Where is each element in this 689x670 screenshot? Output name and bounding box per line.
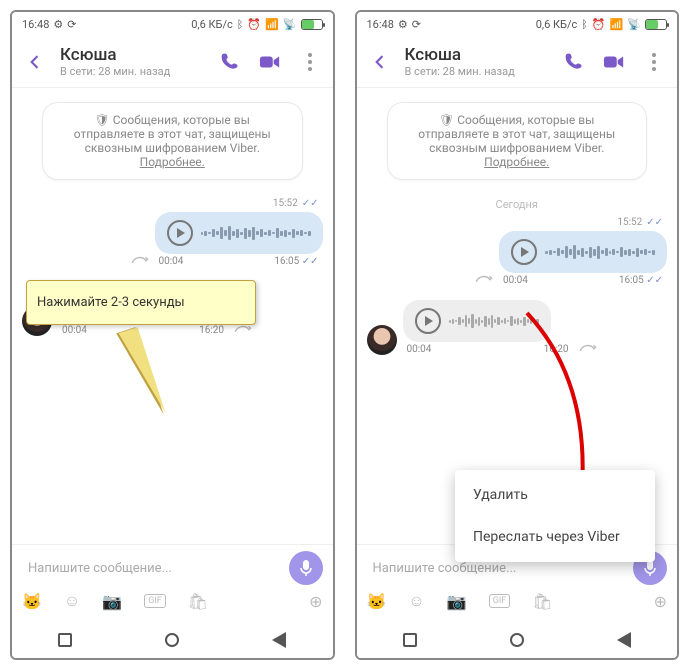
chat-header: Ксюша В сети: 28 мин. назад <box>12 36 333 88</box>
double-check-icon: ✓✓ <box>646 217 663 228</box>
share-icon[interactable] <box>131 253 149 267</box>
recents-button[interactable] <box>403 633 417 647</box>
recents-button[interactable] <box>58 633 72 647</box>
alarm-icon: ⏰ <box>592 18 606 31</box>
recv-voice-message[interactable]: 00:0416:20 <box>403 300 573 355</box>
chat-area[interactable]: 🛡 Сообщения, которые вы отправляете в эт… <box>12 88 333 544</box>
shop-icon[interactable]: 🛍 <box>188 592 208 611</box>
shield-icon: 🛡 <box>95 113 110 127</box>
video-icon[interactable] <box>603 51 625 73</box>
encryption-notice[interactable]: 🛡 Сообщения, которые вы отправляете в эт… <box>42 102 303 180</box>
camera-icon[interactable]: 📷 <box>447 592 467 611</box>
notice-more-link[interactable]: Подробнее. <box>140 155 205 169</box>
plus-icon[interactable]: ⊕ <box>309 592 322 611</box>
sticker-icon[interactable]: 🐱 <box>367 592 387 611</box>
sent-voice-message[interactable]: 00:0416:05 ✓✓ <box>499 231 667 286</box>
bluetooth-icon: ᛒ <box>237 18 244 31</box>
contact-status: В сети: 28 мин. назад <box>60 65 205 78</box>
sent-voice-message[interactable]: 00:0416:05 ✓✓ <box>155 212 323 267</box>
phone-icon[interactable] <box>219 51 241 73</box>
wifi-icon: 📡 <box>627 18 641 31</box>
gif-icon[interactable]: GIF <box>489 594 511 608</box>
shield-icon: 🛡 <box>439 113 454 127</box>
sync-icon: ⟳ <box>412 18 421 31</box>
sync-icon: ⟳ <box>67 18 76 31</box>
plus-icon[interactable]: ⊕ <box>654 592 667 611</box>
play-icon[interactable] <box>415 308 441 334</box>
share-icon[interactable] <box>475 272 493 286</box>
more-icon[interactable] <box>643 51 665 73</box>
alarm-icon: ⏰ <box>247 18 261 31</box>
status-bar: 16:48 ⚙ ⟳ 0,6 КБ/с ᛒ ⏰ 📶 📡 <box>12 12 333 36</box>
android-nav <box>12 622 333 658</box>
instruction-callout: Нажимайте 2-3 секунды <box>26 280 256 325</box>
encryption-notice[interactable]: 🛡 Сообщения, которые вы отправляете в эт… <box>387 102 648 180</box>
signal-icon: 📶 <box>610 18 624 31</box>
waveform <box>545 242 655 262</box>
back-button[interactable] <box>617 632 631 648</box>
double-check-icon: ✓✓ <box>302 198 319 209</box>
input-bar: Напишите сообщение... 🐱 ☺ 📷 GIF 🛍 ⊕ <box>12 544 333 622</box>
waveform <box>449 311 539 331</box>
gear-icon: ⚙ <box>398 18 408 31</box>
chat-area[interactable]: 🛡 Сообщения, которые вы отправляете в эт… <box>357 88 678 544</box>
contact-info[interactable]: Ксюша В сети: 28 мин. назад <box>60 45 205 78</box>
back-button[interactable] <box>272 632 286 648</box>
play-icon[interactable] <box>511 239 537 265</box>
status-bar: 16:48 ⚙ ⟳ 0,6 КБ/с ᛒ ⏰ 📶 📡 <box>357 12 678 36</box>
emoji-icon[interactable]: ☺ <box>408 591 424 611</box>
emoji-icon[interactable]: ☺ <box>64 591 80 611</box>
status-time: 16:48 <box>22 18 49 31</box>
back-arrow-icon[interactable] <box>369 51 391 73</box>
waveform <box>201 223 311 243</box>
sticker-icon[interactable]: 🐱 <box>22 592 42 611</box>
context-menu: Удалить Переслать через Viber <box>455 470 655 562</box>
gear-icon: ⚙ <box>53 18 63 31</box>
chat-header: Ксюша В сети: 28 мин. назад <box>357 36 678 88</box>
back-arrow-icon[interactable] <box>24 51 46 73</box>
signal-icon: 📶 <box>265 18 279 31</box>
android-nav <box>357 622 678 658</box>
msg-time: 15:52 <box>273 198 298 209</box>
notice-more-link[interactable]: Подробнее. <box>484 155 549 169</box>
phone-icon[interactable] <box>563 51 585 73</box>
gif-icon[interactable]: GIF <box>144 594 166 608</box>
battery-icon <box>301 19 323 30</box>
mic-button[interactable] <box>289 551 323 585</box>
date-separator: Сегодня <box>367 198 668 211</box>
contact-name: Ксюша <box>60 45 205 65</box>
phone-screenshot-left: 16:48 ⚙ ⟳ 0,6 КБ/с ᛒ ⏰ 📶 📡 Ксюша В сети:… <box>10 10 335 660</box>
home-button[interactable] <box>165 633 179 647</box>
share-icon[interactable] <box>579 341 597 355</box>
double-check-icon: ✓✓ <box>302 256 319 267</box>
menu-forward[interactable]: Переслать через Viber <box>455 516 655 558</box>
wifi-icon: 📡 <box>283 18 297 31</box>
battery-icon <box>645 19 667 30</box>
play-icon[interactable] <box>167 220 193 246</box>
message-input[interactable]: Напишите сообщение... <box>22 553 281 583</box>
contact-info[interactable]: Ксюша В сети: 28 мин. назад <box>405 45 550 78</box>
more-icon[interactable] <box>299 51 321 73</box>
camera-icon[interactable]: 📷 <box>102 592 122 611</box>
data-rate: 0,6 КБ/с <box>191 18 233 31</box>
phone-screenshot-right: 16:48 ⚙ ⟳ 0,6 КБ/с ᛒ ⏰ 📶 📡 Ксюша В сети:… <box>355 10 680 660</box>
shop-icon[interactable]: 🛍 <box>532 592 552 611</box>
home-button[interactable] <box>510 633 524 647</box>
video-icon[interactable] <box>259 51 281 73</box>
avatar[interactable] <box>367 325 397 355</box>
bluetooth-icon: ᛒ <box>581 18 588 31</box>
menu-delete[interactable]: Удалить <box>455 474 655 516</box>
